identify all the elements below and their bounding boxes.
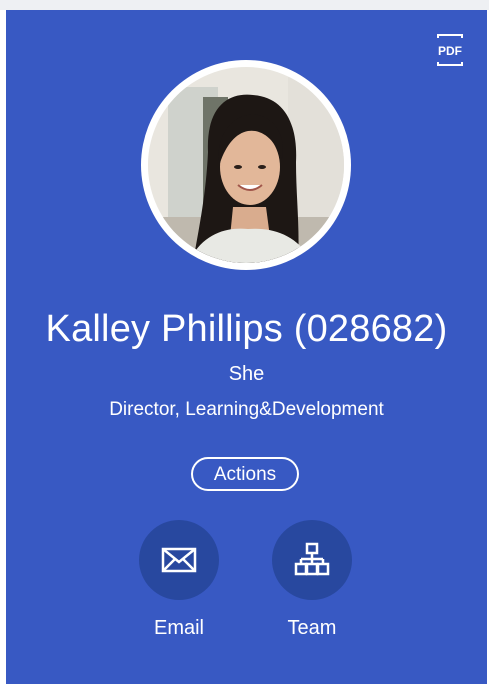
team-button[interactable] bbox=[272, 520, 352, 600]
profile-pronoun: She bbox=[228, 363, 265, 385]
email-button[interactable] bbox=[139, 520, 219, 600]
profile-card: PDF Kalley Phillips (028682) She Directo… bbox=[6, 10, 487, 684]
email-button-label[interactable]: Email bbox=[119, 616, 239, 640]
profile-name: Kalley Phillips (028682) bbox=[45, 308, 448, 350]
avatar-photo bbox=[148, 67, 344, 263]
org-chart-icon bbox=[294, 542, 330, 576]
avatar bbox=[148, 67, 344, 263]
avatar-ring bbox=[141, 60, 351, 270]
page: PDF Kalley Phillips (028682) She Directo… bbox=[0, 0, 489, 684]
team-button-label[interactable]: Team bbox=[252, 616, 372, 640]
actions-button[interactable]: Actions bbox=[191, 457, 299, 491]
pdf-icon: PDF bbox=[437, 34, 463, 66]
top-divider bbox=[0, 0, 489, 10]
profile-job-title: Director, Learning&Development bbox=[109, 399, 384, 420]
pdf-icon-label: PDF bbox=[438, 44, 462, 58]
envelope-icon bbox=[161, 547, 197, 573]
pdf-export-button[interactable]: PDF bbox=[435, 34, 465, 66]
